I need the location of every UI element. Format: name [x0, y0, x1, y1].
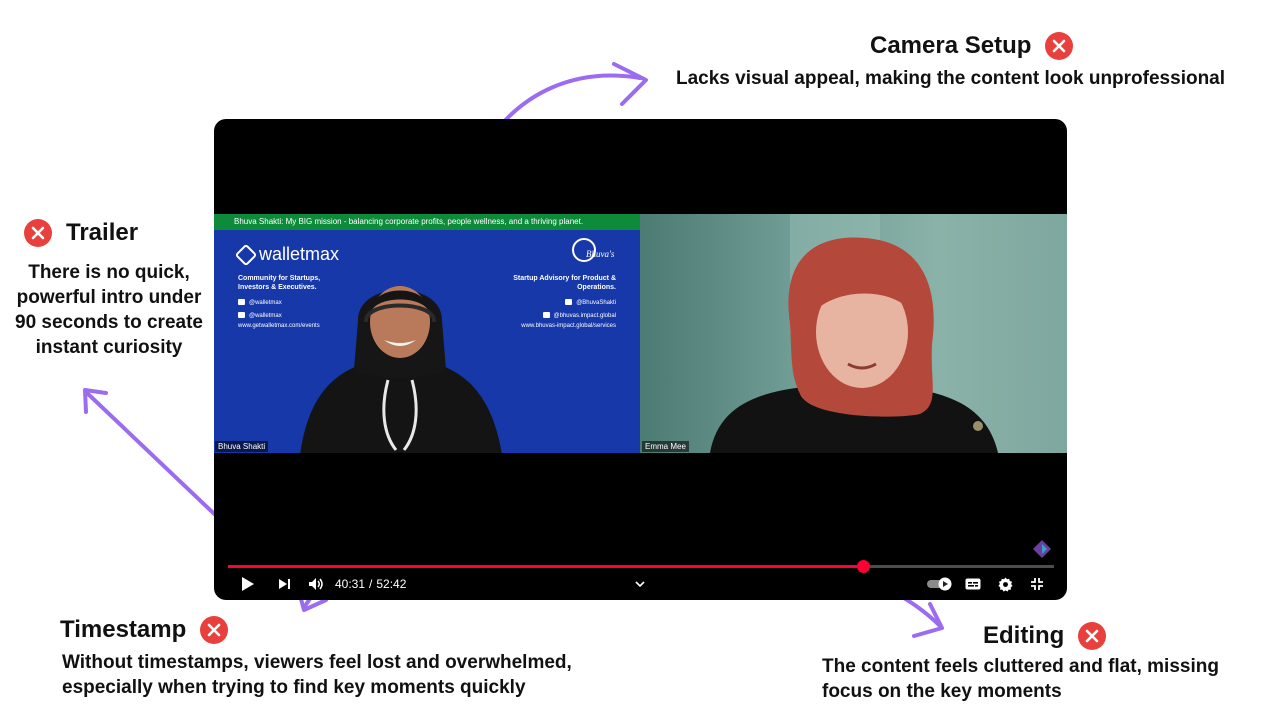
left-handles: @walletmax @walletmax: [238, 297, 282, 323]
time-display: 40:31/52:42: [335, 575, 406, 593]
editing-description: The content feels cluttered and flat, mi…: [822, 656, 1219, 702]
camera-arrow-head: [612, 62, 648, 106]
gear-icon: [997, 576, 1013, 592]
linkedin-handle: @BhuvaShakti: [543, 297, 616, 310]
time-separator: /: [369, 577, 373, 591]
bhuvas-logo-text: Bhuva's: [586, 249, 615, 259]
close-circle-icon: [1078, 622, 1107, 650]
close-circle-icon: [24, 219, 52, 247]
close-circle-icon: [1045, 32, 1074, 60]
exit-fullscreen-icon: [1031, 578, 1043, 590]
next-button[interactable]: [275, 574, 293, 594]
video-player[interactable]: Bhuva Shakti: My BIG mission - balancing…: [214, 119, 1067, 600]
duration: 52:42: [376, 577, 407, 591]
volume-icon: [309, 578, 323, 590]
guest-name-tag: Emma Mee: [642, 441, 689, 452]
trailer-arrow-head: [83, 388, 108, 414]
editing-title: Editing: [983, 622, 1107, 650]
host-video-panel: Bhuva Shakti: My BIG mission - balancing…: [214, 214, 640, 453]
trailer-description: There is no quick, powerful intro under …: [15, 262, 203, 358]
youtube-handle: @walletmax: [238, 310, 282, 323]
guest-figure: [710, 214, 998, 453]
host-figure: [300, 286, 502, 453]
right-handles: @BhuvaShakti @bhuvas.impact.global: [543, 297, 616, 323]
camera-setup-title: Camera Setup: [870, 32, 1074, 60]
current-time: 40:31: [335, 577, 366, 591]
next-icon: [278, 579, 290, 589]
editing-arrow-head: [912, 602, 944, 638]
timestamp-description: Without timestamps, viewers feel lost an…: [62, 652, 572, 698]
right-url: www.bhuvas-impact.global/services: [521, 323, 616, 329]
timestamp-title: Timestamp: [60, 616, 229, 644]
camera-setup-description: Lacks visual appeal, making the content …: [676, 68, 1226, 89]
channel-watermark-icon[interactable]: [1032, 539, 1052, 559]
chevron-down-icon: [635, 581, 645, 587]
autoplay-toggle[interactable]: [926, 574, 954, 594]
diamond-icon: [234, 243, 258, 266]
volume-button[interactable]: [307, 574, 325, 594]
close-circle-icon: [200, 616, 229, 644]
progress-played: [228, 565, 864, 568]
settings-button[interactable]: [996, 574, 1014, 594]
play-icon: [242, 577, 254, 591]
linkedin-handle: @walletmax: [238, 297, 282, 310]
guest-video-panel: Emma Mee: [640, 214, 1067, 453]
host-name-tag: Bhuva Shakti: [215, 441, 269, 452]
player-controls: 40:31/52:42: [214, 571, 1067, 597]
captions-button[interactable]: [964, 574, 982, 594]
trailer-title: Trailer: [24, 219, 138, 247]
play-button[interactable]: [238, 574, 258, 594]
captions-icon: [965, 578, 981, 590]
autoplay-toggle-icon: [927, 577, 952, 591]
progress-bar[interactable]: [228, 560, 1054, 573]
right-tagline: Startup Advisory for Product & Operation…: [513, 275, 616, 291]
youtube-handle: @bhuvas.impact.global: [543, 310, 616, 323]
chapter-expand-button[interactable]: [632, 574, 648, 594]
exit-fullscreen-button[interactable]: [1028, 574, 1046, 594]
lower-banner: Bhuva Shakti: My BIG mission - balancing…: [214, 214, 640, 230]
